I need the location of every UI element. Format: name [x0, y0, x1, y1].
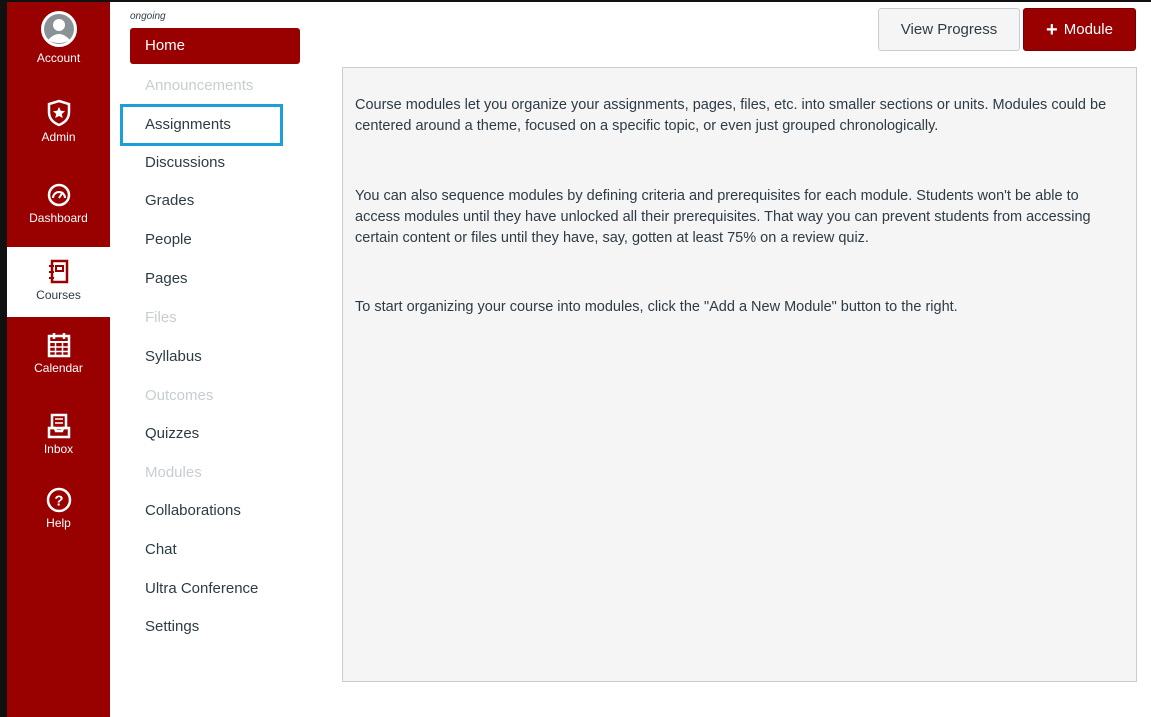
course-nav-files[interactable]: Files	[130, 300, 300, 336]
global-nav-dashboard[interactable]: Dashboard	[7, 182, 110, 225]
global-nav-courses-label: Courses	[36, 288, 81, 302]
global-nav-admin-label: Admin	[41, 130, 76, 144]
plus-icon: +	[1046, 19, 1058, 41]
course-nav-announcements[interactable]: Announcements	[130, 68, 300, 104]
modules-prerequisites-paragraph: You can also sequence modules by definin…	[355, 188, 1091, 246]
window-left-border	[0, 0, 7, 717]
courses-book-icon	[48, 259, 68, 284]
global-nav: Account Admin Dashboard Courses Calendar…	[7, 2, 110, 717]
add-module-button[interactable]: + Module	[1023, 8, 1136, 51]
help-icon: ?	[46, 487, 71, 513]
global-nav-admin[interactable]: Admin	[7, 99, 110, 144]
modules-get-started-paragraph: To start organizing your course into mod…	[355, 299, 958, 315]
course-nav-syllabus[interactable]: Syllabus	[130, 339, 300, 375]
account-avatar-icon	[40, 11, 77, 47]
course-nav-assignments[interactable]: Assignments	[120, 104, 283, 146]
dashboard-gauge-icon	[47, 183, 70, 207]
global-nav-courses[interactable]: Courses	[7, 247, 110, 317]
course-nav-chat[interactable]: Chat	[130, 532, 300, 568]
global-nav-calendar[interactable]: Calendar	[7, 332, 110, 375]
global-nav-account-label: Account	[36, 51, 81, 65]
global-nav-inbox-label: Inbox	[43, 442, 74, 456]
course-nav-quizzes[interactable]: Quizzes	[130, 416, 300, 452]
modules-intro-paragraph: Course modules let you organize your ass…	[355, 97, 1107, 134]
modules-empty-state-panel: Course modules let you organize your ass…	[342, 67, 1137, 682]
course-nav-pages[interactable]: Pages	[130, 261, 300, 297]
course-nav: ongoing Home Announcements Assignments D…	[110, 2, 320, 717]
course-nav-modules[interactable]: Modules	[130, 455, 300, 491]
admin-shield-icon	[47, 99, 70, 127]
course-term-label: ongoing	[130, 11, 166, 22]
inbox-icon	[47, 413, 70, 439]
course-nav-discussions[interactable]: Discussions	[130, 145, 300, 181]
course-nav-home[interactable]: Home	[130, 28, 300, 64]
global-nav-dashboard-label: Dashboard	[29, 211, 88, 225]
course-nav-grades[interactable]: Grades	[130, 183, 300, 219]
global-nav-calendar-label: Calendar	[34, 361, 83, 375]
global-nav-help-label: Help	[46, 516, 71, 530]
svg-text:?: ?	[54, 493, 63, 510]
global-nav-inbox[interactable]: Inbox	[7, 413, 110, 456]
global-nav-account[interactable]: Account	[7, 10, 110, 65]
course-nav-outcomes[interactable]: Outcomes	[130, 378, 300, 414]
course-nav-settings[interactable]: Settings	[130, 609, 300, 645]
add-module-label: Module	[1063, 21, 1113, 38]
view-progress-button[interactable]: View Progress	[878, 8, 1020, 51]
course-nav-ultra-conference[interactable]: Ultra Conference	[130, 571, 300, 607]
calendar-icon	[47, 333, 70, 358]
course-nav-people[interactable]: People	[130, 222, 300, 258]
course-nav-collaborations[interactable]: Collaborations	[130, 493, 300, 529]
global-nav-help[interactable]: ? Help	[7, 487, 110, 530]
